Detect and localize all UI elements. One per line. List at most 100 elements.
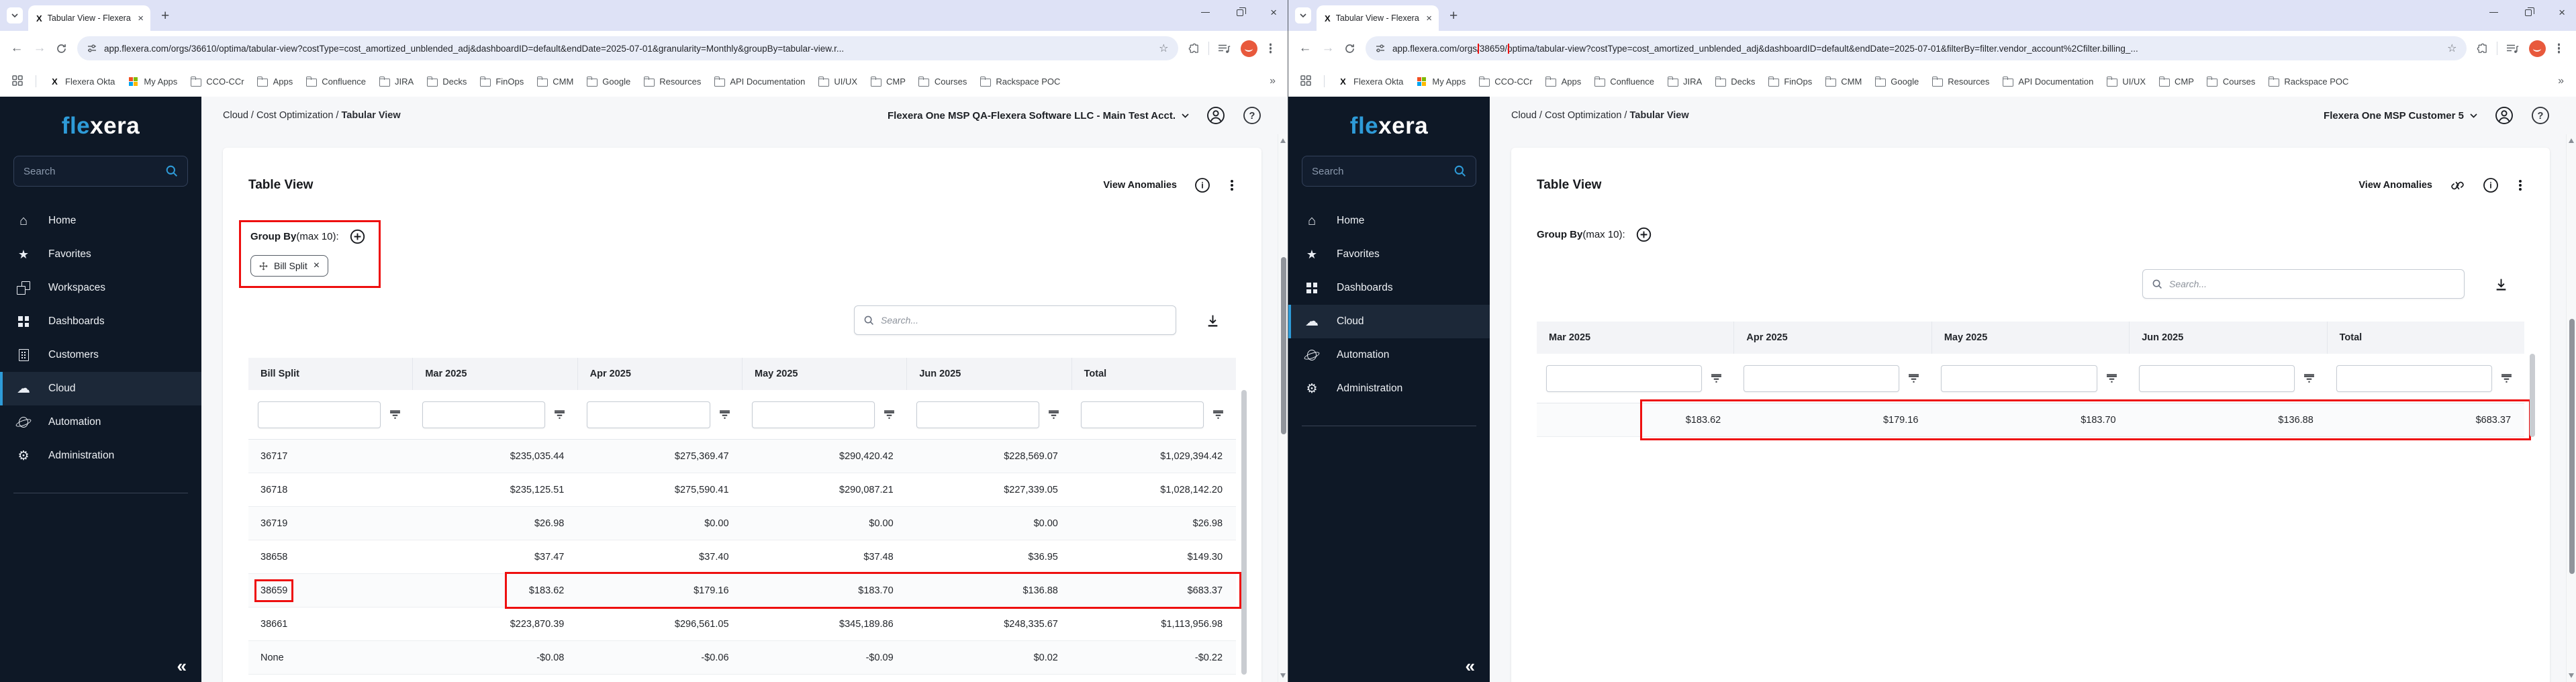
bookmark-item[interactable]: CMP [870, 76, 906, 87]
page-scrollbar[interactable] [1278, 134, 1288, 682]
info-icon[interactable]: i [2483, 177, 2499, 193]
page-scrollbar[interactable] [2566, 134, 2576, 682]
bookmark-item[interactable]: Google [586, 76, 630, 87]
sidebar-item[interactable]: Favorites [0, 238, 201, 271]
bookmark-item[interactable]: API Documentation [714, 76, 805, 87]
bookmark-item[interactable]: Decks [1715, 76, 1755, 87]
filter-icon[interactable] [1908, 373, 1919, 383]
sidebar-item[interactable]: Cloud [0, 372, 201, 405]
help-icon[interactable]: ? [1243, 106, 1261, 125]
bookmark-item[interactable]: My Apps [1416, 76, 1466, 87]
column-filter-input[interactable] [258, 401, 381, 428]
back-button[interactable]: ← [5, 41, 28, 56]
bookmark-star-icon[interactable]: ☆ [1159, 42, 1168, 55]
bookmarks-overflow-icon[interactable]: » [1270, 75, 1276, 87]
minimize-button[interactable] [2489, 12, 2498, 13]
more-options-icon[interactable] [1231, 184, 1233, 187]
bookmarks-overflow-icon[interactable]: » [2558, 75, 2564, 87]
sidebar-collapse-button[interactable]: « [177, 656, 187, 677]
column-filter-input[interactable] [587, 401, 710, 428]
column-filter-input[interactable] [1546, 365, 1702, 392]
forward-button[interactable]: → [1317, 41, 1339, 56]
filter-icon[interactable] [389, 409, 401, 420]
unlink-icon[interactable] [2450, 178, 2465, 193]
download-icon[interactable] [2494, 277, 2508, 291]
url-bar[interactable]: app.flexera.com/orgs/36610/optima/tabula… [77, 36, 1178, 60]
download-icon[interactable] [1206, 313, 1220, 328]
minimize-button[interactable] [1201, 12, 1210, 13]
filter-icon[interactable] [554, 409, 565, 420]
column-header[interactable]: May 2025 [1931, 322, 2129, 354]
filter-icon[interactable] [2501, 373, 2512, 383]
column-filter-input[interactable] [2139, 365, 2295, 392]
filter-icon[interactable] [1212, 409, 1224, 420]
column-filter-input[interactable] [2336, 365, 2492, 392]
bookmark-item[interactable]: Courses [2207, 76, 2255, 87]
bookmark-item[interactable]: API Documentation [2002, 76, 2093, 87]
bookmark-item[interactable]: Rackspace POC [980, 76, 1060, 87]
chip-remove-icon[interactable]: × [314, 260, 320, 271]
site-settings-icon[interactable] [87, 43, 97, 54]
extension-avatar-icon[interactable] [1241, 40, 1257, 57]
bookmark-item[interactable]: Resources [1931, 76, 1989, 87]
column-header[interactable]: Bill Split [248, 358, 412, 390]
scrollbar-thumb[interactable] [1281, 257, 1286, 434]
bookmark-item[interactable]: Resources [643, 76, 701, 87]
table-scrollbar[interactable] [2530, 354, 2535, 437]
bookmark-item[interactable]: Confluence [305, 76, 366, 87]
column-header[interactable]: Mar 2025 [1537, 322, 1733, 354]
column-filter-input[interactable] [1941, 365, 2097, 392]
sidebar-item[interactable]: Dashboards [0, 305, 201, 338]
scroll-down-arrow[interactable] [2569, 673, 2574, 678]
sidebar-item[interactable]: Home [0, 204, 201, 238]
browser-menu-icon[interactable] [1270, 47, 1272, 50]
sidebar-item[interactable]: Dashboards [1288, 271, 1490, 305]
sidebar-search[interactable] [13, 156, 188, 187]
bookmark-item[interactable]: Google [1874, 76, 1919, 87]
table-search[interactable] [854, 305, 1176, 335]
bookmark-item[interactable]: UI/UX [818, 76, 857, 87]
column-header[interactable]: Jun 2025 [906, 358, 1071, 390]
extensions-puzzle-icon[interactable] [2477, 43, 2488, 54]
tab-search-button[interactable] [1295, 7, 1311, 23]
bookmark-item[interactable]: Apps [257, 76, 293, 87]
bookmark-item[interactable]: UI/UX [2106, 76, 2146, 87]
reload-button[interactable] [56, 43, 67, 54]
add-group-by-button[interactable] [350, 229, 365, 244]
bookmark-item[interactable]: JIRA [379, 76, 414, 87]
bookmark-item[interactable]: Flexera Okta [49, 76, 115, 87]
filter-icon[interactable] [2106, 373, 2117, 383]
restore-button[interactable] [1237, 9, 1243, 16]
sidebar-search-input[interactable] [1312, 166, 1449, 177]
sidebar-item[interactable]: Home [1288, 204, 1490, 238]
filter-icon[interactable] [1711, 373, 1722, 383]
new-tab-button[interactable]: + [1449, 9, 1458, 23]
more-options-icon[interactable] [2519, 184, 2522, 187]
back-button[interactable]: ← [1294, 41, 1317, 56]
bookmark-item[interactable]: JIRA [1667, 76, 1702, 87]
media-playlist-icon[interactable] [1218, 44, 1231, 54]
bookmark-item[interactable]: Courses [918, 76, 967, 87]
browser-menu-icon[interactable] [2558, 47, 2561, 50]
apps-grid-icon[interactable] [1300, 75, 1311, 88]
column-header[interactable]: May 2025 [742, 358, 906, 390]
account-icon[interactable] [2495, 106, 2514, 125]
bookmark-item[interactable]: CMM [1825, 76, 1862, 87]
close-button[interactable]: × [1270, 7, 1277, 18]
bookmark-star-icon[interactable]: ☆ [2447, 42, 2456, 55]
bookmark-item[interactable]: CMP [2158, 76, 2194, 87]
info-icon[interactable]: i [1194, 177, 1210, 193]
column-filter-input[interactable] [1081, 401, 1204, 428]
new-tab-button[interactable]: + [161, 9, 169, 23]
tab-close-icon[interactable]: × [138, 13, 144, 24]
sidebar-item[interactable]: Automation [1288, 338, 1490, 372]
sidebar-item[interactable]: Favorites [1288, 238, 1490, 271]
table-search[interactable] [2142, 269, 2465, 299]
help-icon[interactable]: ? [2531, 106, 2550, 125]
breadcrumb[interactable]: Cloud / Cost Optimization / Tabular View [223, 110, 870, 121]
drag-move-icon[interactable] [259, 262, 268, 271]
sidebar-search-input[interactable] [23, 166, 160, 177]
browser-tab[interactable]: X Tabular View - Flexera × [1317, 5, 1439, 31]
column-filter-input[interactable] [1744, 365, 1899, 392]
breadcrumb[interactable]: Cloud / Cost Optimization / Tabular View [1511, 110, 2306, 121]
